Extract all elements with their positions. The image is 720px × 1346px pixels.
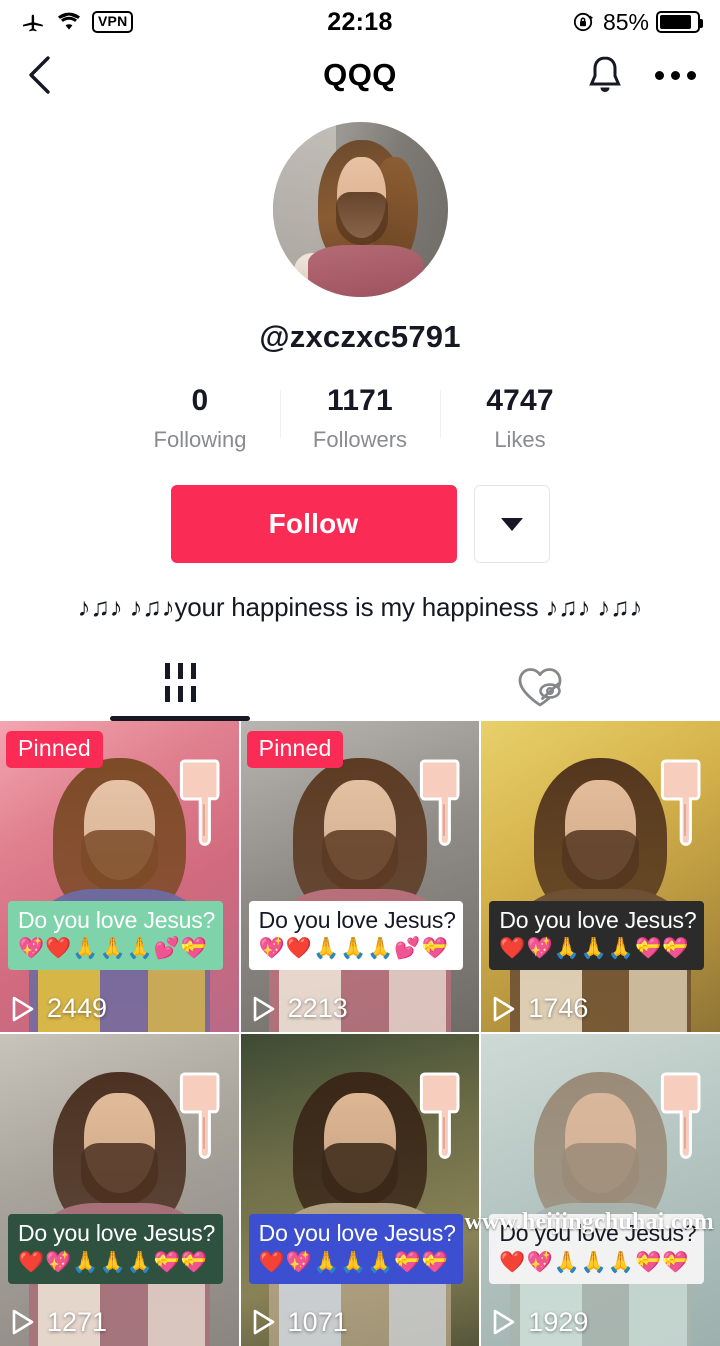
profile-actions: Follow — [0, 485, 720, 563]
play-icon — [491, 995, 517, 1023]
status-bar-right: 85% — [572, 9, 700, 36]
tab-liked[interactable] — [360, 659, 720, 721]
avatar-beard — [336, 192, 389, 245]
stat-following[interactable]: 0 Following — [120, 384, 280, 453]
video-caption: Do you love Jesus? ❤️💖🙏🙏🙏💝💝 — [249, 1214, 464, 1283]
avatar[interactable] — [273, 122, 448, 297]
pointing-hand-sticker — [177, 1068, 223, 1160]
status-bar-left: VPN — [20, 9, 133, 35]
video-caption-emoji: 💖❤️🙏🙏🙏💕💝 — [18, 936, 213, 962]
profile-tabs — [0, 659, 720, 721]
private-liked-heart-icon — [513, 663, 567, 711]
battery-percent-label: 85% — [603, 9, 649, 36]
grid-icon — [165, 663, 196, 702]
pointing-hand-sticker — [658, 755, 704, 847]
tab-videos[interactable] — [0, 659, 360, 721]
video-thumbnail[interactable]: Do you love Jesus? ❤️💖🙏🙏🙏💝💝 1746 — [481, 721, 720, 1033]
more-options-icon[interactable] — [655, 71, 696, 80]
video-play-count: 1746 — [491, 993, 588, 1024]
video-caption-text: Do you love Jesus? — [18, 907, 213, 934]
stat-following-label: Following — [120, 427, 280, 453]
rotation-lock-icon — [572, 10, 596, 34]
pointing-hand-sticker — [658, 1068, 704, 1160]
video-play-count-value: 1746 — [528, 993, 588, 1024]
play-icon — [251, 1308, 277, 1336]
airplane-mode-icon — [20, 9, 46, 35]
video-play-count: 1929 — [491, 1307, 588, 1338]
stat-likes-label: Likes — [440, 427, 600, 453]
video-grid: Pinned Do you love Jesus? 💖❤️🙏🙏🙏💕💝 2449 … — [0, 721, 720, 1346]
pointing-hand-sticker — [417, 1068, 463, 1160]
wifi-icon — [55, 11, 83, 33]
video-caption: Do you love Jesus? 💖❤️🙏🙏🙏💕💝 — [8, 901, 223, 970]
vpn-badge: VPN — [92, 11, 133, 33]
stat-likes-value: 4747 — [440, 384, 600, 418]
video-thumbnail[interactable]: Do you love Jesus? ❤️💖🙏🙏🙏💝💝 1071 — [241, 1034, 480, 1346]
video-play-count-value: 1271 — [47, 1307, 107, 1338]
stat-followers[interactable]: 1171 Followers — [280, 384, 440, 453]
username: @zxczxc5791 — [0, 319, 720, 355]
battery-icon — [656, 11, 700, 33]
pointing-hand-sticker — [177, 755, 223, 847]
status-bar: VPN 22:18 85% — [0, 0, 720, 44]
video-caption-emoji: ❤️💖🙏🙏🙏💝💝 — [259, 1250, 454, 1276]
video-caption-emoji: ❤️💖🙏🙏🙏💝💝 — [499, 936, 694, 962]
bell-icon[interactable] — [585, 53, 625, 97]
play-icon — [10, 995, 36, 1023]
stat-followers-label: Followers — [280, 427, 440, 453]
video-caption-emoji: 💖❤️🙏🙏🙏💕💝 — [259, 936, 454, 962]
pointing-hand-sticker — [417, 755, 463, 847]
video-caption-text: Do you love Jesus? — [18, 1220, 213, 1247]
stat-following-value: 0 — [120, 384, 280, 418]
stat-followers-value: 1171 — [280, 384, 440, 418]
pinned-badge: Pinned — [247, 731, 344, 768]
nav-actions — [585, 53, 696, 97]
video-caption: Do you love Jesus? ❤️💖🙏🙏🙏💝💝 — [489, 901, 704, 970]
video-thumbnail[interactable]: Pinned Do you love Jesus? 💖❤️🙏🙏🙏💕💝 2449 — [0, 721, 239, 1033]
video-caption: Do you love Jesus? 💖❤️🙏🙏🙏💕💝 — [249, 901, 464, 970]
avatar-container — [0, 122, 720, 297]
video-thumbnail[interactable]: Do you love Jesus? ❤️💖🙏🙏🙏💝💝 1271 — [0, 1034, 239, 1346]
nav-bar: QQQ — [0, 44, 720, 106]
chevron-down-icon — [501, 518, 523, 531]
play-icon — [10, 1308, 36, 1336]
video-caption: Do you love Jesus? ❤️💖🙏🙏🙏💝💝 — [8, 1214, 223, 1283]
video-play-count: 1071 — [251, 1307, 348, 1338]
play-icon — [251, 995, 277, 1023]
video-play-count: 2449 — [10, 993, 107, 1024]
follow-dropdown-button[interactable] — [474, 485, 550, 563]
site-watermark: www.heijingchuhai.com — [464, 1209, 714, 1236]
stat-likes[interactable]: 4747 Likes — [440, 384, 600, 453]
video-caption-text: Do you love Jesus? — [259, 907, 454, 934]
profile-stats: 0 Following 1171 Followers 4747 Likes — [0, 384, 720, 453]
video-play-count-value: 2213 — [288, 993, 348, 1024]
video-play-count: 2213 — [251, 993, 348, 1024]
video-caption-text: Do you love Jesus? — [499, 907, 694, 934]
video-thumbnail[interactable]: Do you love Jesus? ❤️💖🙏🙏🙏💝💝 1929 — [481, 1034, 720, 1346]
video-play-count-value: 2449 — [47, 993, 107, 1024]
video-caption-text: Do you love Jesus? — [259, 1220, 454, 1247]
back-chevron-icon[interactable] — [24, 54, 56, 96]
profile-bio: ♪♫♪ ♪♫♪your happiness is my happiness ♪♫… — [0, 591, 720, 625]
video-caption-emoji: ❤️💖🙏🙏🙏💝💝 — [499, 1250, 694, 1276]
video-play-count-value: 1929 — [528, 1307, 588, 1338]
video-play-count-value: 1071 — [288, 1307, 348, 1338]
video-thumbnail[interactable]: Pinned Do you love Jesus? 💖❤️🙏🙏🙏💕💝 2213 — [241, 721, 480, 1033]
tiktok-profile-screen: VPN 22:18 85% QQQ — [0, 0, 720, 1280]
follow-button[interactable]: Follow — [171, 485, 457, 563]
play-icon — [491, 1308, 517, 1336]
pinned-badge: Pinned — [6, 731, 103, 768]
video-caption-emoji: ❤️💖🙏🙏🙏💝💝 — [18, 1250, 213, 1276]
avatar-robe — [308, 245, 424, 298]
video-play-count: 1271 — [10, 1307, 107, 1338]
